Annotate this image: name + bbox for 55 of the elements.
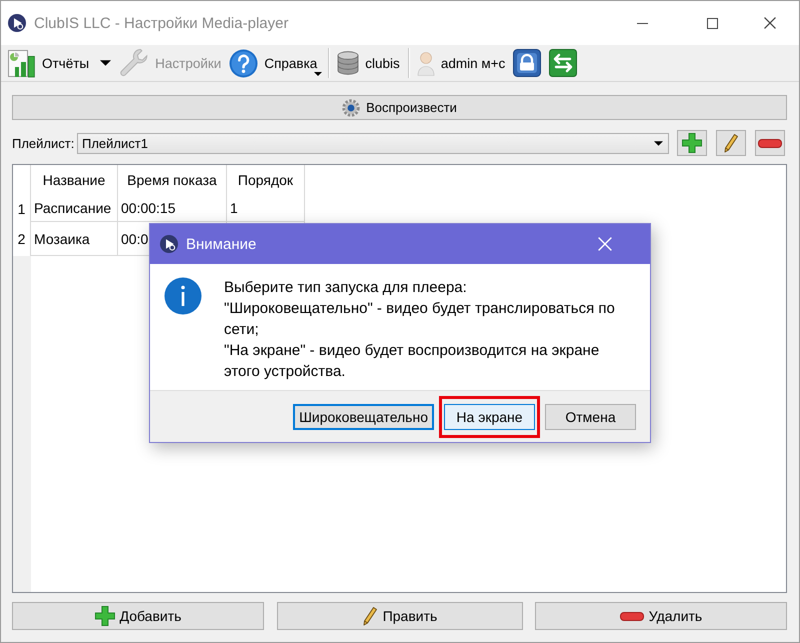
playlist-label: Плейлист:: [12, 136, 76, 150]
delete-button[interactable]: Удалить: [535, 602, 787, 630]
info-icon: [164, 277, 202, 315]
toolbar-button[interactable]: Отчёты: [5, 46, 114, 80]
dialog-button[interactable]: Широковещательно: [293, 404, 434, 430]
dialog-button[interactable]: На экране: [444, 404, 535, 430]
dialog-button[interactable]: Отмена: [545, 404, 636, 430]
column-header[interactable]: Название: [42, 172, 106, 188]
add-button[interactable]: Добавить: [12, 602, 264, 630]
table-cell: 00:00:15: [121, 200, 176, 216]
database-icon: [337, 51, 360, 75]
dialog-title: Внимание: [186, 236, 258, 252]
user-icon: [416, 50, 435, 76]
delete-playlist-button[interactable]: [755, 130, 785, 156]
table-cell: 1: [230, 200, 238, 216]
message-text: Выберите тип запуска для плеера:: [224, 278, 468, 298]
bar-chart-icon: [8, 48, 36, 78]
minus-icon: [620, 612, 644, 620]
pencil-icon: [723, 133, 739, 153]
toolbar-button[interactable]: clubis: [334, 46, 403, 80]
play-button[interactable]: Воспроизвести: [12, 95, 787, 120]
toolbar-button[interactable]: Справка: [226, 46, 324, 80]
caret-icon: [654, 140, 663, 146]
plus-icon: [682, 133, 702, 153]
wrench-icon: [119, 48, 150, 78]
close-icon: [764, 17, 776, 29]
toolbar-button[interactable]: admin м+с: [414, 46, 508, 80]
minus-icon: [758, 138, 782, 148]
maximize-icon: [706, 18, 718, 28]
table-cell: 00:0: [121, 230, 148, 246]
play-logo-icon: [160, 235, 178, 253]
window-title: ClubIS LLC - Настройки Media-player: [34, 14, 290, 32]
lock-icon: [513, 49, 542, 77]
table-cell: Мозаика: [34, 230, 90, 246]
minimize-icon: [636, 22, 648, 24]
column-header[interactable]: Время показа: [127, 172, 217, 188]
help-icon: [229, 48, 258, 78]
message-text: "Широковещательно" - видео будет транслироваться по сети;: [224, 299, 616, 340]
message-text: "На экране" - видео будет воспроизводится на экране этого устройства.: [224, 341, 600, 382]
playlist-dropdown[interactable]: Плейлист1: [77, 132, 669, 154]
row-number: 1: [18, 200, 26, 216]
edit-button[interactable]: Править: [276, 602, 522, 630]
add-playlist-button[interactable]: [677, 130, 707, 156]
caret-icon: [100, 60, 112, 66]
swap-arrows-icon: [549, 49, 578, 77]
column-header[interactable]: Порядок: [238, 172, 294, 188]
row-number: 2: [18, 231, 26, 247]
caret-icon: [314, 72, 322, 76]
edit-playlist-button[interactable]: [716, 130, 746, 156]
play-logo-icon: [8, 14, 26, 32]
pencil-icon: [362, 606, 378, 626]
table-cell: Расписание: [34, 200, 112, 216]
gear-icon: [342, 98, 360, 116]
plus-icon: [94, 606, 115, 626]
close-icon: [598, 237, 612, 251]
